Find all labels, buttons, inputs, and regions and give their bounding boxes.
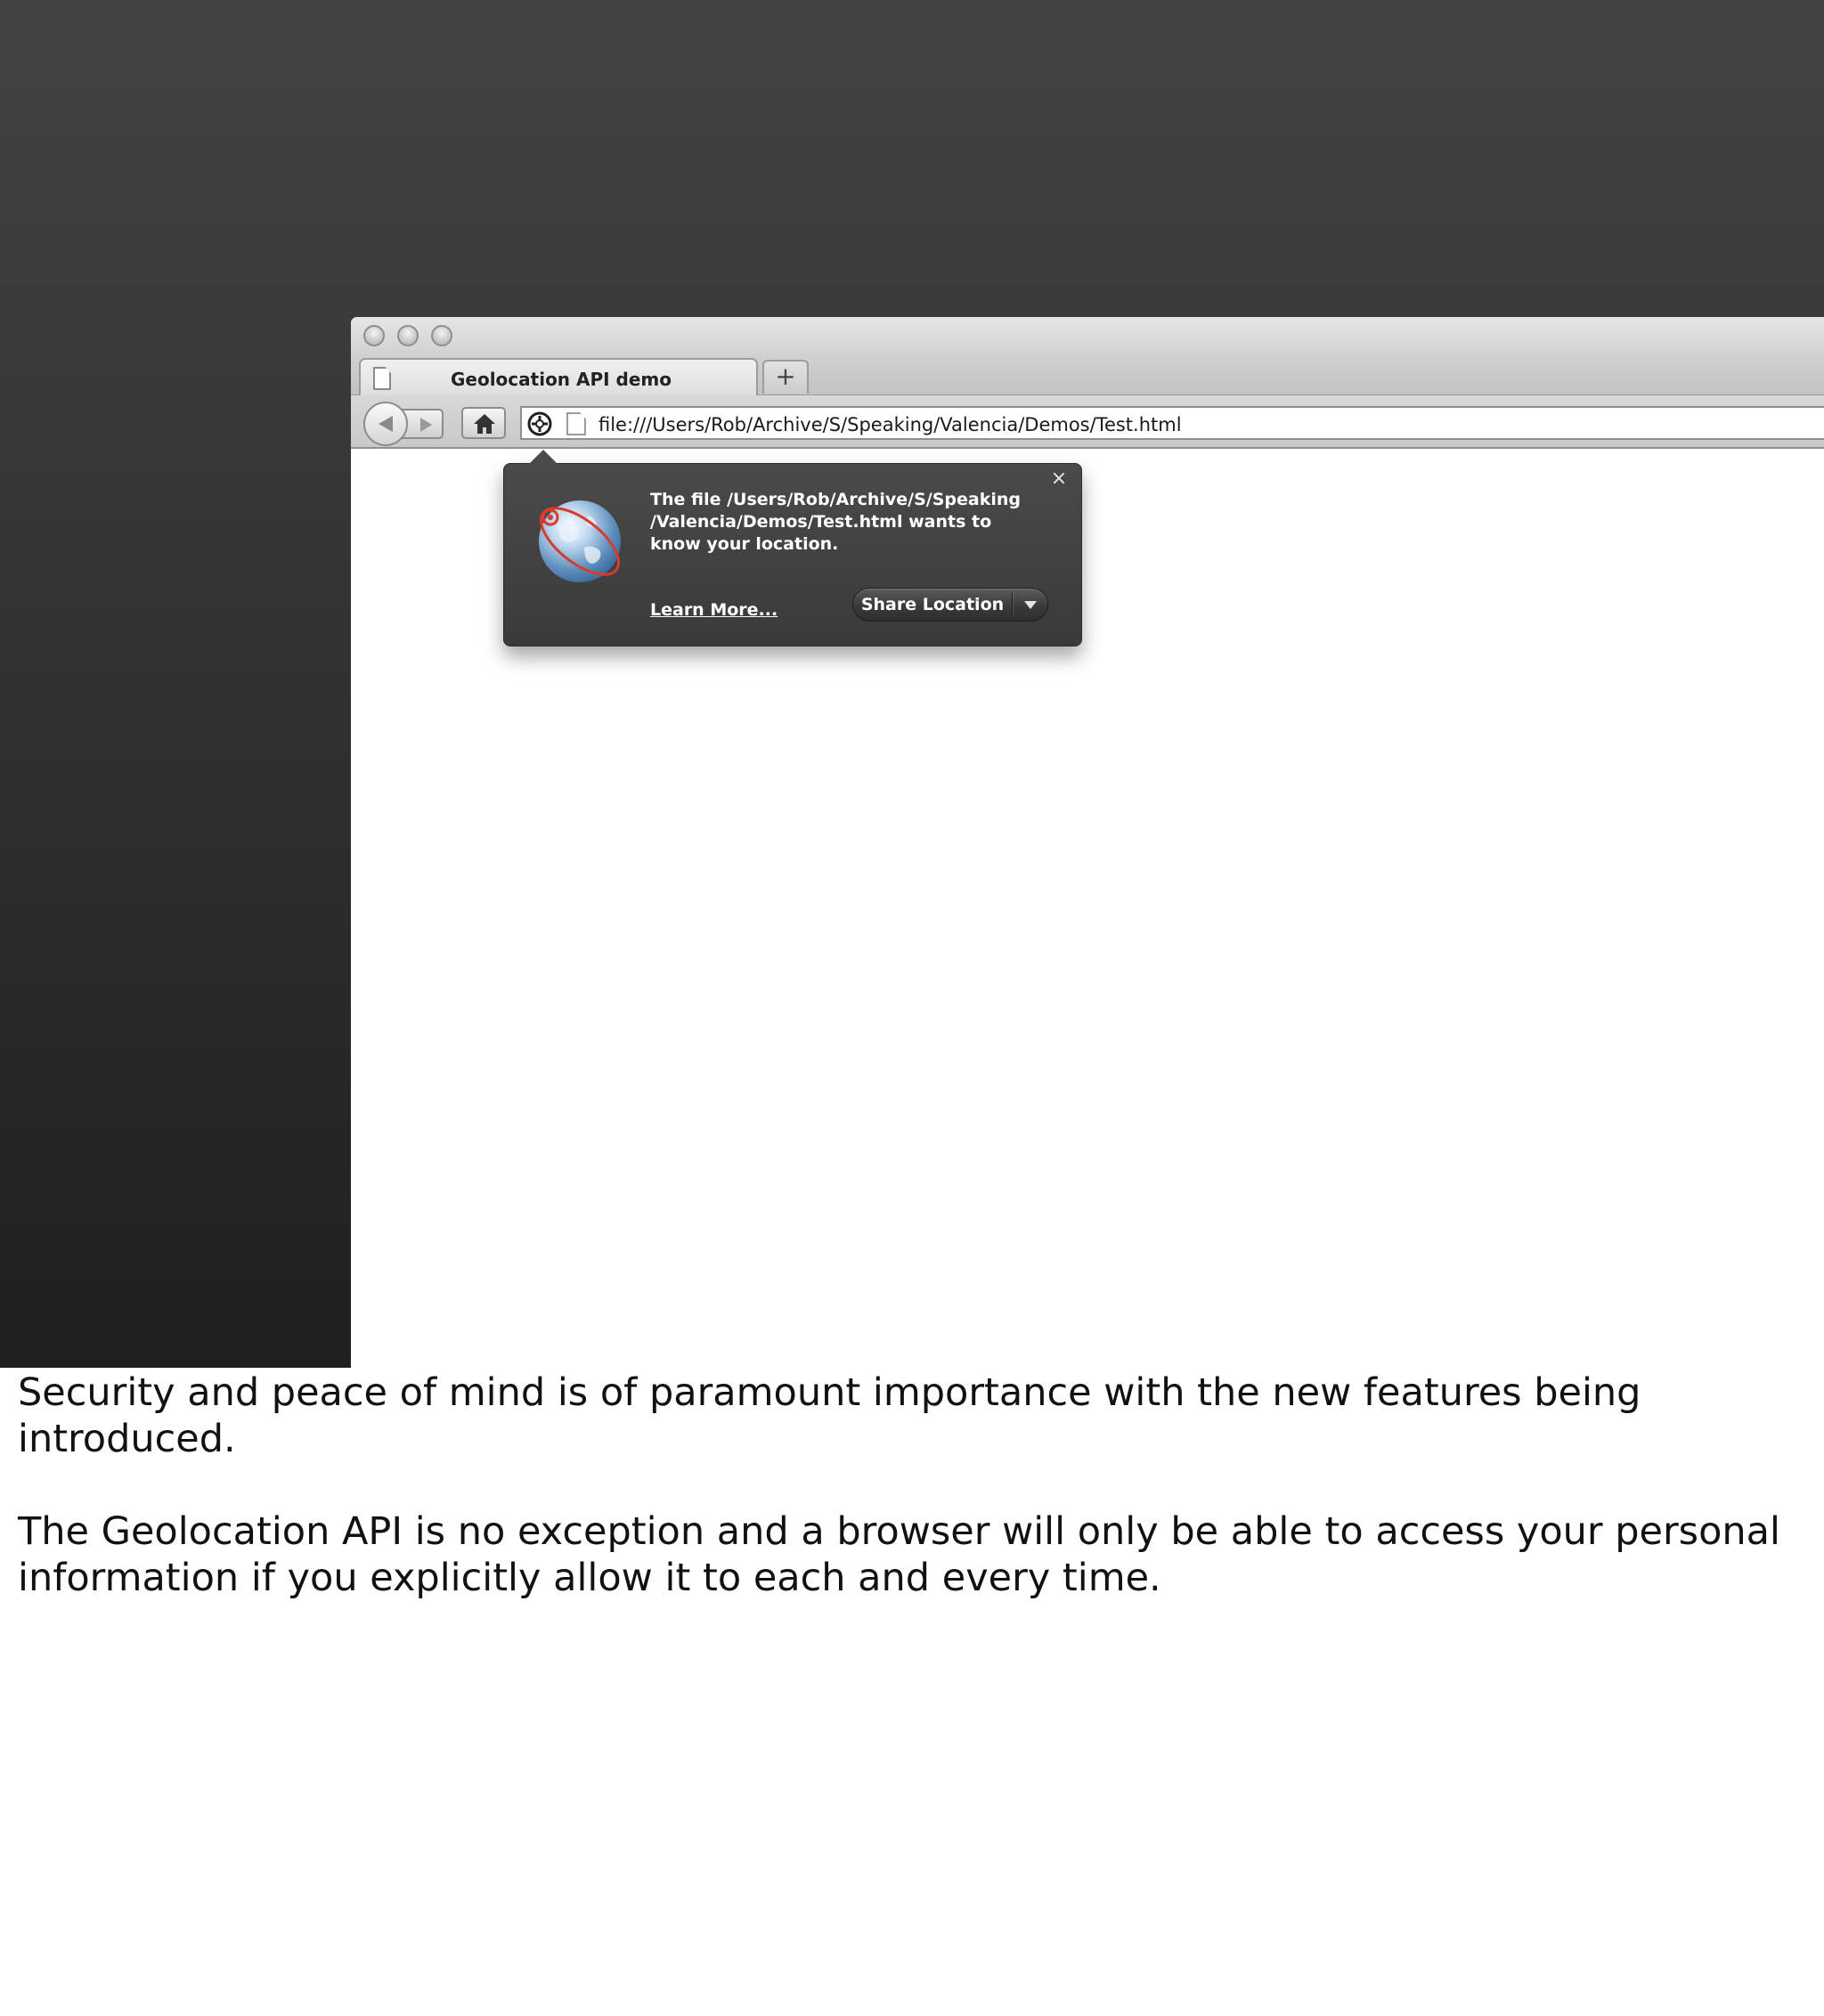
- tab-title: Geolocation API demo: [450, 369, 672, 390]
- tab-geolocation-demo[interactable]: Geolocation API demo: [359, 358, 758, 395]
- url-text[interactable]: file:///Users/Rob/Archive/S/Speaking/Val…: [598, 414, 1182, 435]
- page-icon: [566, 412, 586, 435]
- globe-icon: [539, 500, 621, 582]
- geolocation-permission-prompt: × The file /Users/Rob/Archive/S/Speaking…: [503, 450, 1082, 646]
- window-zoom-button[interactable]: [431, 325, 452, 346]
- new-tab-button[interactable]: +: [762, 360, 809, 394]
- close-icon[interactable]: ×: [1047, 467, 1071, 491]
- back-arrow-icon: [379, 416, 393, 432]
- title-bar: Geolocation API demo +: [351, 317, 1824, 395]
- window-minimize-button[interactable]: [397, 325, 419, 346]
- button-divider: [1012, 592, 1013, 617]
- share-options-dropdown[interactable]: [1014, 589, 1049, 621]
- share-location-button: Share Location: [852, 588, 1048, 622]
- page-icon: [373, 367, 391, 390]
- speaker-notes: Security and peace of mind is of paramou…: [18, 1370, 1808, 1601]
- chevron-down-icon: [1024, 601, 1037, 609]
- location-crosshair-icon[interactable]: [525, 410, 554, 438]
- share-location-label[interactable]: Share Location: [853, 589, 1012, 621]
- back-button[interactable]: [363, 402, 408, 446]
- popup-arrow: [529, 450, 558, 464]
- url-bar[interactable]: file:///Users/Rob/Archive/S/Speaking/Val…: [520, 406, 1824, 440]
- home-button[interactable]: [461, 407, 506, 439]
- notes-paragraph: Security and peace of mind is of paramou…: [18, 1370, 1641, 1461]
- slide: Geolocation API demo + file:///Users/Rob…: [0, 0, 1824, 1368]
- learn-more-link[interactable]: Learn More...: [650, 600, 778, 620]
- forward-arrow-icon: [420, 418, 432, 432]
- home-icon: [474, 414, 495, 434]
- permission-message: The file /Users/Rob/Archive/S/Speaking /…: [650, 490, 1021, 554]
- notes-paragraph: The Geolocation API is no exception and …: [18, 1509, 1780, 1600]
- navigation-toolbar: file:///Users/Rob/Archive/S/Speaking/Val…: [351, 395, 1824, 449]
- window-close-button[interactable]: [363, 325, 385, 346]
- browser-window: Geolocation API demo + file:///Users/Rob…: [351, 317, 1824, 1368]
